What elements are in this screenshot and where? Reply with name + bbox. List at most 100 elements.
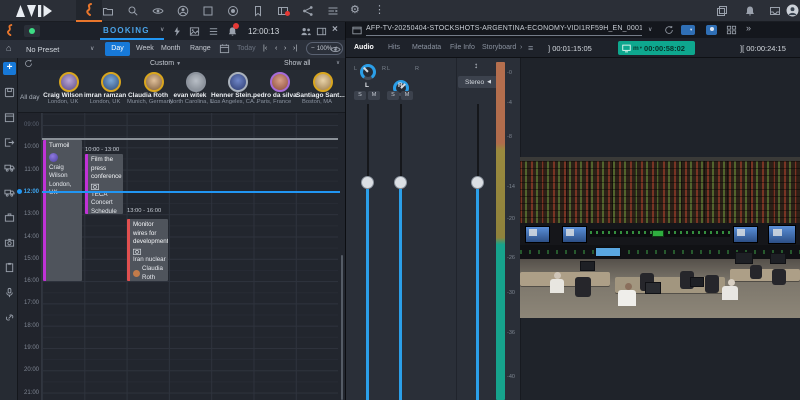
contacts-icon[interactable] — [177, 5, 189, 17]
status-indicator-button[interactable] — [24, 25, 40, 37]
frame-icon[interactable] — [202, 5, 214, 17]
position-timecode-box[interactable]: m ▾ 00:00:58:02 — [618, 41, 695, 55]
panel-layout-icon[interactable] — [316, 26, 327, 37]
mute-button-channel-2[interactable]: M — [401, 91, 413, 100]
export-icon[interactable] — [4, 137, 15, 148]
asset-title-field[interactable]: AFP-TV-20250404-STOCKSHOTS-ARGENTINA-ECO… — [366, 25, 642, 36]
top-app-bar — [0, 0, 800, 22]
event-time-range: 10:00 - 13:00 — [85, 147, 120, 153]
event-film-press-conference[interactable]: Film the press conference TECA Concert S… — [85, 154, 123, 214]
clipboard-icon[interactable] — [4, 262, 15, 273]
show-all-chevron-icon[interactable]: ∨ — [336, 60, 340, 67]
volume-fader-master[interactable] — [471, 104, 484, 400]
person-column-header[interactable]: pedro da silva Paris, France — [253, 72, 297, 105]
notifications-bell-icon[interactable] — [744, 5, 756, 17]
person-column-header[interactable]: Henner Stein... Los Angeles, CA... — [211, 72, 259, 105]
presenter-icon[interactable] — [706, 25, 717, 35]
person-column-header[interactable]: Santiago Sant... Boston, MA — [296, 72, 345, 105]
mediacentral-app-icon[interactable] — [76, 0, 102, 22]
camera-icon[interactable] — [4, 237, 15, 248]
fader-handle[interactable] — [471, 176, 484, 189]
media-icon[interactable] — [277, 5, 290, 17]
volume-fader-channel-1[interactable] — [361, 104, 374, 400]
pan-updown-icon[interactable]: ↕ — [474, 61, 478, 70]
share-icon[interactable] — [302, 5, 314, 17]
quick-actions-lightning-icon[interactable] — [172, 26, 182, 37]
mic-icon[interactable] — [4, 287, 15, 298]
tab-menu-icon[interactable]: ≡ — [528, 43, 533, 53]
person-column-header[interactable]: Claudia Roth Munich, Germany — [127, 72, 173, 105]
truck-icon[interactable] — [4, 162, 15, 173]
person-column-header[interactable]: Craig Wilson London, UK — [43, 72, 84, 105]
tab-chevron-down-icon[interactable]: ∨ — [160, 27, 164, 33]
nav-next-button[interactable]: › — [284, 45, 286, 52]
briefcase-icon[interactable] — [4, 212, 15, 223]
inbox-icon[interactable] — [769, 5, 781, 17]
solo-button-channel-1[interactable]: S — [354, 91, 366, 100]
nav-last-button[interactable]: ›| — [293, 45, 297, 52]
image-view-icon[interactable] — [189, 26, 200, 37]
home-icon[interactable]: ⌂ — [6, 44, 11, 53]
queue-icon[interactable] — [327, 5, 339, 17]
storyboard-grid-icon[interactable] — [726, 25, 737, 35]
nav-prev-button[interactable]: ‹ — [275, 45, 277, 52]
view-day-button[interactable]: Day — [105, 42, 130, 56]
show-all-dropdown[interactable]: Show all — [284, 60, 310, 67]
nav-first-button[interactable]: |‹ — [263, 45, 267, 52]
kebab-menu-icon[interactable]: ⋮ — [374, 5, 385, 16]
alerts-bell-icon[interactable] — [227, 23, 239, 37]
video-frame[interactable] — [520, 157, 800, 318]
tab-booking[interactable]: BOOKING — [103, 26, 150, 35]
view-range-button[interactable]: Range — [190, 45, 211, 52]
person-column-header[interactable]: evan witek North Carolina, U... — [169, 72, 219, 105]
title-chevron-icon[interactable]: ∨ — [648, 27, 652, 33]
truck-routes-icon[interactable] — [4, 187, 15, 198]
view-month-button[interactable]: Month — [161, 45, 180, 52]
schedule-icon[interactable] — [4, 112, 15, 123]
tab-hits[interactable]: Hits — [388, 44, 400, 51]
volume-fader-channel-2[interactable] — [394, 104, 407, 400]
output-monitor-icon[interactable]: ▾ — [681, 25, 695, 35]
trading-floor — [520, 252, 800, 318]
history-icon[interactable] — [664, 25, 674, 35]
today-button[interactable]: Today — [237, 45, 256, 52]
search-icon[interactable] — [127, 5, 139, 17]
tab-audio[interactable]: Audio — [354, 44, 374, 51]
fader-handle[interactable] — [361, 176, 374, 189]
list-view-icon[interactable] — [208, 26, 219, 37]
visibility-eye-icon[interactable] — [330, 44, 341, 55]
fader-handle[interactable] — [394, 176, 407, 189]
folder-icon[interactable] — [102, 5, 114, 17]
event-person: Craig Wilson — [49, 163, 68, 180]
add-button[interactable]: + — [3, 62, 16, 75]
stereo-mode-button[interactable]: Stereo ◀ — [458, 76, 498, 88]
preset-dropdown[interactable]: No Preset ∨ — [22, 42, 100, 56]
calendar-icon[interactable] — [219, 43, 230, 54]
filter-custom-dropdown[interactable]: Custom ▼ — [150, 60, 181, 67]
tab-storyboard[interactable]: Storyboard — [482, 44, 516, 51]
zoom-out-icon[interactable]: − — [311, 45, 315, 52]
layers-icon[interactable] — [716, 5, 728, 17]
browse-eye-icon[interactable] — [152, 5, 164, 17]
tab-scroll-arrow-icon[interactable]: › — [520, 44, 522, 51]
refresh-icon[interactable] — [24, 59, 33, 68]
event-monitor-wires[interactable]: Monitor wires for developments Iran nucl… — [127, 219, 168, 281]
link-icon[interactable] — [4, 312, 15, 323]
record-icon[interactable] — [227, 5, 239, 17]
user-avatar[interactable] — [786, 4, 799, 17]
calendar-scrollbar[interactable] — [341, 255, 343, 400]
pan-knob-channel-1[interactable] — [360, 64, 376, 80]
mute-button-channel-1[interactable]: M — [368, 91, 380, 100]
close-panel-icon[interactable]: × — [332, 25, 338, 35]
view-week-button[interactable]: Week — [136, 45, 154, 52]
expand-panel-icon[interactable]: » — [746, 24, 751, 33]
solo-button-channel-2[interactable]: S — [387, 91, 399, 100]
tab-file-info[interactable]: File Info — [450, 44, 475, 51]
save-icon[interactable] — [4, 87, 15, 98]
settings-gear-icon[interactable]: ⚙ — [350, 5, 360, 16]
tab-metadata[interactable]: Metadata — [412, 44, 441, 51]
people-icon[interactable] — [300, 26, 312, 37]
person-column-header[interactable]: imran ramzan London, UK — [84, 72, 126, 105]
bookmark-icon[interactable] — [252, 5, 264, 17]
event-turmoil[interactable]: Turmoil Craig Wilson London, UK — [43, 140, 82, 281]
